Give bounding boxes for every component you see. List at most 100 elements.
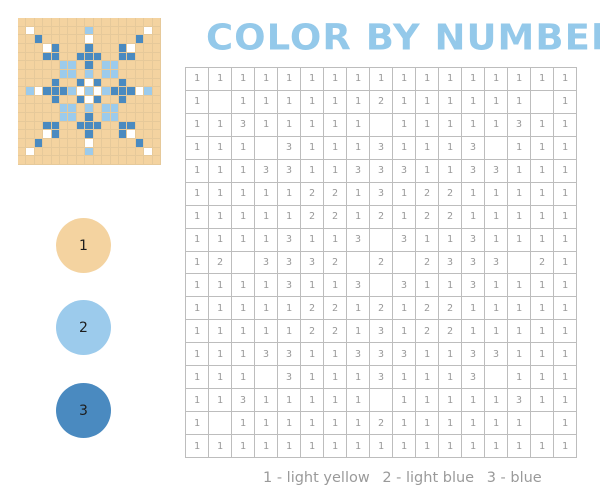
grid-cell[interactable]: 1 [485,68,508,91]
grid-cell[interactable]: 1 [531,159,554,183]
grid-cell[interactable]: 1 [416,343,439,367]
grid-cell[interactable]: 1 [301,90,324,114]
grid-cell[interactable]: 1 [232,412,255,436]
grid-cell[interactable]: 1 [485,113,508,137]
grid-cell[interactable]: 1 [232,297,255,321]
grid-cell[interactable]: 1 [416,90,439,114]
grid-cell[interactable]: 2 [370,205,393,229]
grid-cell[interactable] [531,90,554,114]
grid-cell[interactable]: 1 [416,68,439,91]
grid-cell[interactable]: 1 [554,182,577,206]
grid-cell[interactable]: 2 [370,251,393,275]
grid-cell[interactable]: 1 [186,228,209,252]
grid-cell[interactable]: 3 [462,251,485,275]
grid-cell[interactable]: 1 [508,297,531,321]
grid-cell[interactable]: 1 [531,343,554,367]
grid-cell[interactable]: 1 [531,205,554,229]
grid-cell[interactable]: 1 [439,343,462,367]
grid-cell[interactable]: 1 [209,320,232,344]
grid-cell[interactable]: 1 [508,90,531,114]
grid-cell[interactable]: 1 [554,228,577,252]
grid-cell[interactable]: 1 [278,68,301,91]
grid-cell[interactable]: 1 [232,435,255,458]
grid-cell[interactable]: 3 [278,274,301,298]
grid-cell[interactable]: 1 [554,389,577,413]
grid-cell[interactable]: 3 [232,389,255,413]
grid-cell[interactable]: 1 [531,366,554,390]
grid-cell[interactable]: 1 [347,297,370,321]
grid-cell[interactable]: 1 [232,228,255,252]
grid-cell[interactable]: 1 [508,182,531,206]
grid-cell[interactable]: 3 [255,343,278,367]
grid-cell[interactable]: 2 [370,90,393,114]
grid-cell[interactable]: 1 [508,136,531,160]
grid-cell[interactable]: 3 [347,228,370,252]
grid-cell[interactable]: 1 [462,182,485,206]
grid-cell[interactable]: 1 [462,68,485,91]
grid-cell[interactable]: 1 [324,159,347,183]
grid-cell[interactable]: 1 [301,435,324,458]
grid-cell[interactable]: 1 [186,297,209,321]
grid-cell[interactable]: 1 [186,182,209,206]
grid-cell[interactable]: 1 [531,182,554,206]
grid-cell[interactable]: 1 [186,366,209,390]
grid-cell[interactable]: 3 [278,251,301,275]
grid-cell[interactable]: 1 [485,320,508,344]
grid-cell[interactable]: 1 [554,412,577,436]
grid-cell[interactable]: 1 [186,274,209,298]
grid-cell[interactable]: 1 [209,205,232,229]
grid-cell[interactable]: 2 [324,182,347,206]
grid-cell[interactable]: 3 [278,343,301,367]
grid-cell[interactable]: 2 [416,182,439,206]
grid-cell[interactable]: 3 [278,136,301,160]
grid-cell[interactable]: 3 [462,136,485,160]
grid-cell[interactable]: 1 [347,182,370,206]
grid-cell[interactable]: 1 [485,412,508,436]
grid-cell[interactable]: 1 [186,113,209,137]
palette-swatch-3[interactable]: 3 [56,383,111,438]
grid-cell[interactable]: 1 [416,366,439,390]
grid-cell[interactable]: 3 [485,251,508,275]
grid-cell[interactable]: 1 [531,297,554,321]
grid-cell[interactable]: 1 [370,435,393,458]
grid-cell[interactable]: 1 [393,412,416,436]
grid-cell[interactable]: 3 [347,159,370,183]
grid-cell[interactable]: 1 [186,435,209,458]
grid-cell[interactable]: 1 [209,68,232,91]
grid-cell[interactable]: 1 [439,159,462,183]
grid-cell[interactable]: 1 [554,251,577,275]
grid-cell[interactable] [531,412,554,436]
grid-cell[interactable]: 1 [554,320,577,344]
grid-cell[interactable]: 2 [301,297,324,321]
grid-cell[interactable] [209,412,232,436]
grid-cell[interactable]: 1 [462,435,485,458]
grid-cell[interactable]: 1 [554,136,577,160]
grid-cell[interactable]: 1 [232,90,255,114]
grid-cell[interactable]: 3 [370,366,393,390]
grid-cell[interactable]: 1 [531,435,554,458]
grid-cell[interactable] [485,136,508,160]
grid-cell[interactable] [393,251,416,275]
grid-cell[interactable]: 2 [439,297,462,321]
grid-cell[interactable]: 1 [301,389,324,413]
grid-cell[interactable]: 2 [301,182,324,206]
grid-cell[interactable]: 2 [416,297,439,321]
grid-cell[interactable]: 3 [232,113,255,137]
grid-cell[interactable]: 2 [531,251,554,275]
grid-cell[interactable]: 1 [255,320,278,344]
grid-cell[interactable]: 1 [485,205,508,229]
grid-cell[interactable]: 1 [324,389,347,413]
grid-cell[interactable]: 1 [278,435,301,458]
grid-cell[interactable]: 1 [393,366,416,390]
grid-cell[interactable]: 1 [508,320,531,344]
grid-cell[interactable]: 1 [416,136,439,160]
grid-cell[interactable]: 1 [278,297,301,321]
grid-cell[interactable]: 1 [416,389,439,413]
grid-cell[interactable] [370,113,393,137]
grid-cell[interactable]: 2 [370,297,393,321]
grid-cell[interactable]: 1 [416,412,439,436]
grid-cell[interactable]: 1 [232,274,255,298]
grid-cell[interactable]: 1 [209,228,232,252]
palette-swatch-2[interactable]: 2 [56,300,111,355]
grid-cell[interactable]: 1 [209,297,232,321]
